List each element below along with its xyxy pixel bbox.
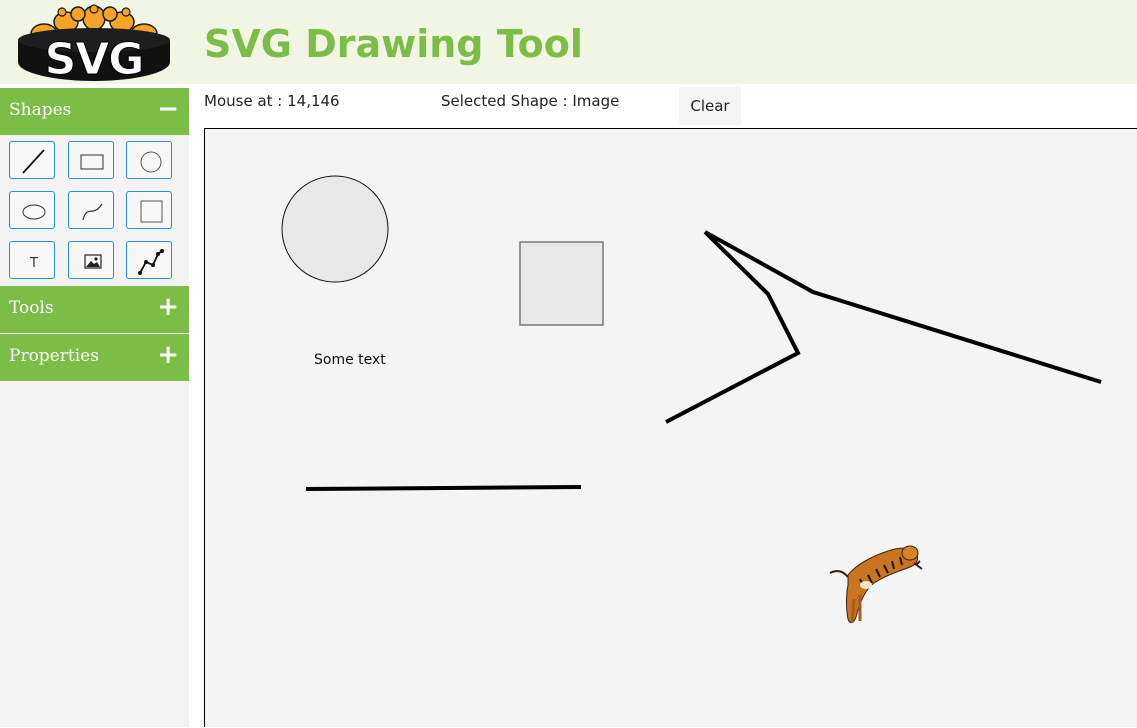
canvas-polyline-branch[interactable] (704, 230, 1102, 384)
mouse-position-readout: Mouse at : 14,146 (204, 92, 340, 110)
circle-icon (140, 151, 162, 173)
polyline-icon (138, 249, 164, 275)
svg-text:SVG: SVG (45, 34, 144, 82)
curve-icon (82, 203, 103, 221)
drawing-canvas[interactable]: Some text (204, 128, 1137, 727)
canvas-square[interactable] (519, 241, 604, 326)
ellipse-tool-button[interactable] (9, 191, 55, 229)
panel-header-properties[interactable]: Properties + (0, 334, 189, 381)
panel-header-tools[interactable]: Tools + (0, 286, 189, 333)
panel-label-properties: Properties (9, 346, 99, 366)
panel-label-shapes: Shapes (9, 100, 72, 120)
clear-button[interactable]: Clear (679, 87, 741, 125)
canvas-polyline[interactable] (665, 230, 801, 424)
canvas-line[interactable] (305, 485, 582, 491)
line-tool-button[interactable] (9, 141, 55, 179)
collapse-icon[interactable]: − (157, 94, 179, 124)
expand-icon[interactable]: + (157, 292, 179, 322)
rectangle-icon (80, 154, 104, 170)
circle-tool-button[interactable] (126, 141, 172, 179)
panel-label-tools: Tools (9, 298, 54, 318)
curve-tool-button[interactable] (68, 191, 114, 229)
canvas-circle[interactable] (281, 175, 389, 283)
expand-icon[interactable]: + (157, 340, 179, 370)
square-tool-button[interactable] (126, 191, 172, 229)
app-header: SVG SVG Drawing Tool (0, 0, 1137, 86)
canvas-text[interactable]: Some text (314, 352, 386, 368)
svg-logo: SVG (14, 4, 174, 86)
line-icon (22, 149, 45, 174)
svg-text:T: T (29, 256, 38, 271)
shape-palette: T (0, 135, 189, 285)
image-tool-button[interactable] (68, 241, 114, 279)
selected-shape-readout: Selected Shape : Image (441, 92, 620, 110)
polyline-tool-button[interactable] (126, 241, 172, 279)
text-icon: T (29, 256, 38, 271)
square-icon (140, 200, 163, 223)
text-tool-button[interactable]: T (9, 241, 55, 279)
canvas-image-tiger[interactable] (829, 545, 923, 624)
rectangle-tool-button[interactable] (68, 141, 114, 179)
ellipse-icon (22, 204, 46, 220)
panel-header-shapes[interactable]: Shapes − (0, 88, 189, 135)
app-title: SVG Drawing Tool (204, 22, 583, 66)
image-icon (84, 254, 102, 269)
